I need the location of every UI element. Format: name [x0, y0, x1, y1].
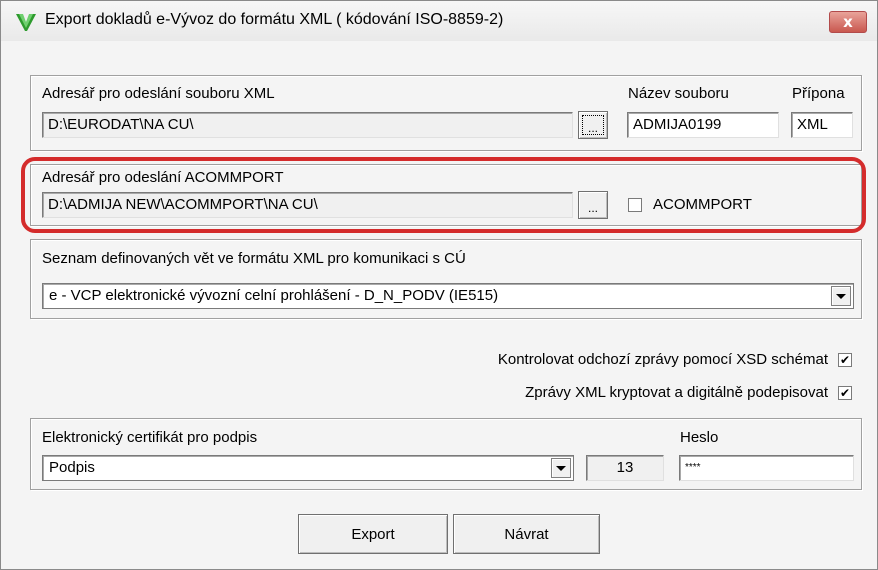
- export-button[interactable]: Export: [298, 514, 448, 554]
- title-bar: Export dokladů e-Vývoz do formátu XML ( …: [1, 1, 877, 41]
- sentences-combo[interactable]: e - VCP elektronické vývozní celní prohl…: [42, 283, 854, 309]
- sentences-label: Seznam definovaných vět ve formátu XML p…: [42, 250, 466, 267]
- checkmark-icon: ✔: [839, 386, 851, 400]
- extension-field[interactable]: XML: [791, 112, 853, 138]
- filename-label: Název souboru: [628, 85, 729, 102]
- certificate-combo[interactable]: Podpis: [42, 455, 574, 481]
- close-icon: x: [843, 13, 853, 31]
- filename-field[interactable]: ADMIJA0199: [627, 112, 779, 138]
- return-button[interactable]: Návrat: [453, 514, 600, 554]
- chevron-down-icon: [836, 293, 846, 299]
- xml-dir-label: Adresář pro odeslání souboru XML: [42, 85, 275, 102]
- validate-xsd-checkbox[interactable]: ✔: [838, 353, 852, 367]
- validate-xsd-label: Kontrolovat odchozí zprávy pomocí XSD sc…: [497, 351, 828, 368]
- xml-dir-browse-button[interactable]: ...: [578, 111, 608, 139]
- password-label: Heslo: [680, 429, 719, 446]
- sentences-group: Seznam definovaných vět ve formátu XML p…: [30, 239, 862, 319]
- xml-dir-group: Adresář pro odeslání souboru XML D:\EURO…: [30, 75, 862, 151]
- sentences-dropdown-button[interactable]: [831, 286, 851, 306]
- certificate-selected: Podpis: [49, 459, 95, 476]
- xml-dir-field[interactable]: D:\EURODAT\NA CU\: [42, 112, 573, 138]
- certificate-label: Elektronický certifikát pro podpis: [42, 429, 258, 446]
- chevron-down-icon: [556, 465, 566, 471]
- checkmark-icon: ✔: [839, 353, 851, 367]
- password-field[interactable]: ****: [679, 455, 854, 481]
- encrypt-sign-checkbox[interactable]: ✔: [838, 386, 852, 400]
- encrypt-sign-label: Zprávy XML kryptovat a digitálně podepis…: [525, 384, 828, 401]
- highlight-annotation: [21, 157, 866, 233]
- certificate-number-field: 13: [586, 455, 664, 481]
- extension-label: Přípona: [792, 85, 845, 102]
- sentences-selected: e - VCP elektronické vývozní celní prohl…: [49, 287, 499, 304]
- window-title: Export dokladů e-Vývoz do formátu XML ( …: [45, 11, 504, 28]
- certificate-dropdown-button[interactable]: [551, 458, 571, 478]
- app-logo-icon: [16, 14, 36, 31]
- certificate-group: Elektronický certifikát pro podpis Podpi…: [30, 418, 862, 490]
- export-dialog: Export dokladů e-Vývoz do formátu XML ( …: [0, 0, 878, 570]
- close-button[interactable]: x: [829, 11, 867, 33]
